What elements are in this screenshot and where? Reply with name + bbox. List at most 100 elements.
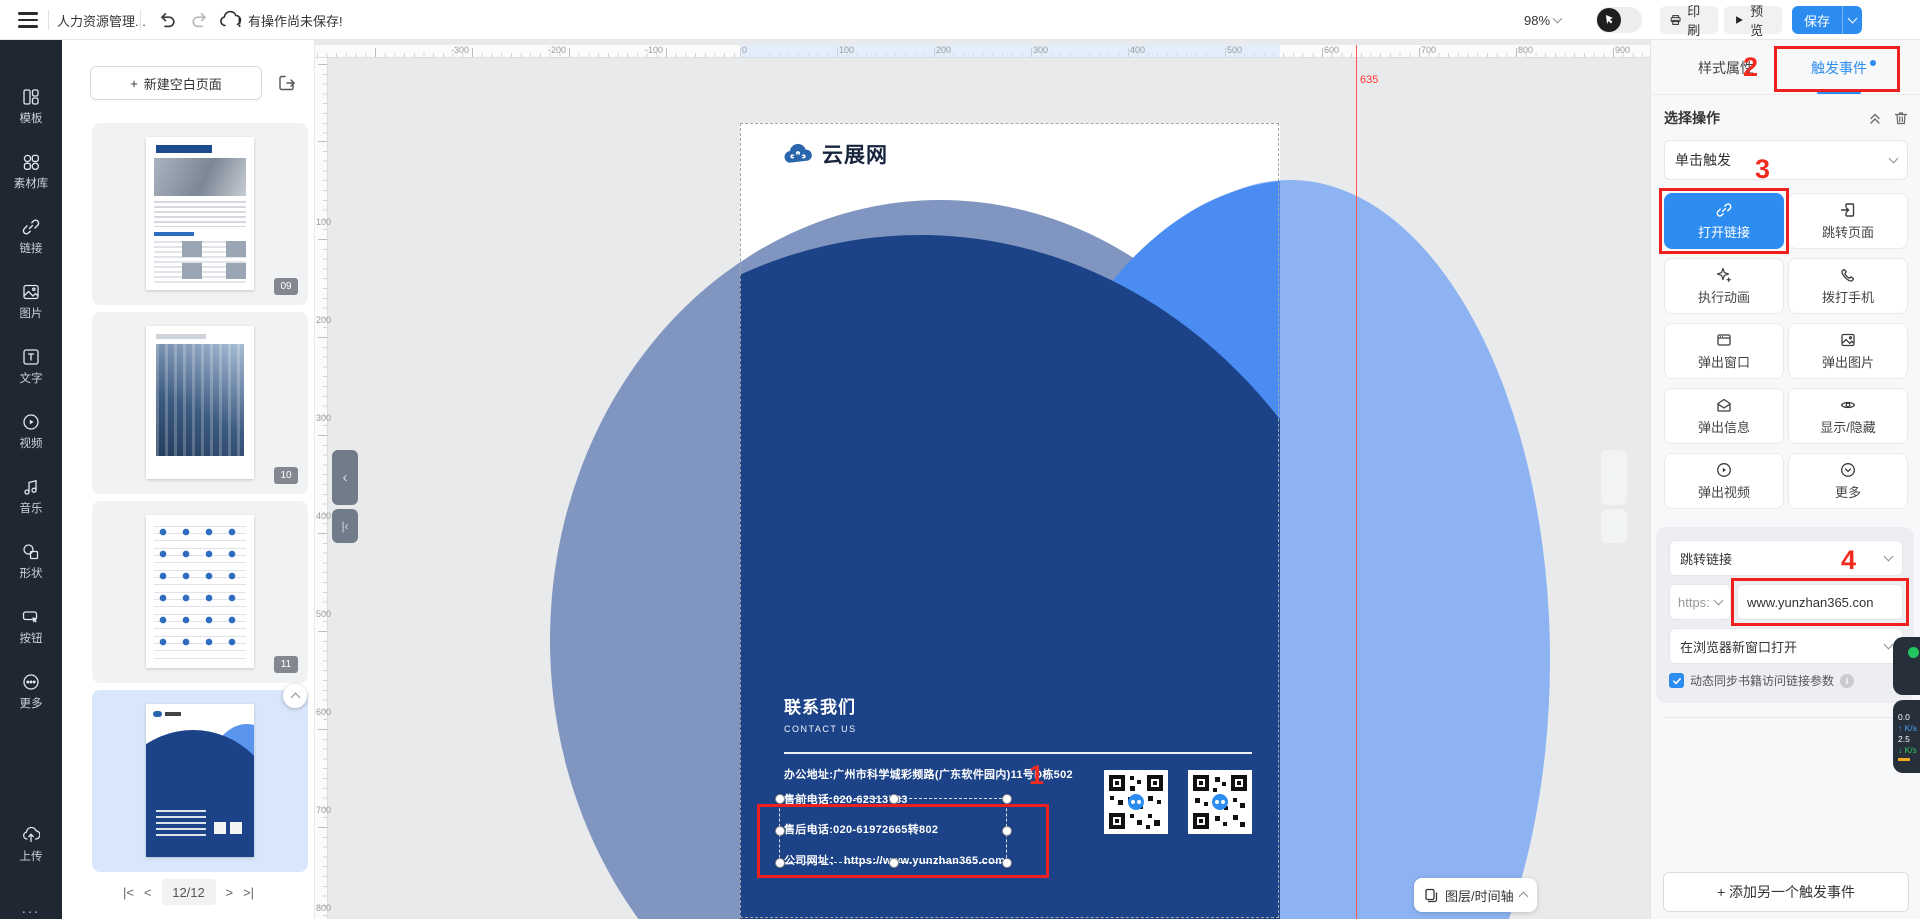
- save-button[interactable]: 保存: [1792, 6, 1862, 34]
- first-page-icon[interactable]: |<: [123, 885, 134, 900]
- sidebar-item-label: 模板: [20, 110, 43, 126]
- sidebar-item-music[interactable]: 音乐: [0, 478, 62, 536]
- download-speed-unit: ↓ K/s: [1898, 745, 1917, 755]
- add-trigger-event-button[interactable]: + 添加另一个触发事件: [1663, 872, 1909, 912]
- ruler-label-v: 600: [316, 707, 331, 717]
- action-popup-image[interactable]: 弹出图片: [1788, 323, 1908, 379]
- page-thumbnail-11[interactable]: 11: [92, 501, 308, 683]
- play-icon: [1734, 14, 1744, 26]
- sidebar-item-button[interactable]: 按钮: [0, 608, 62, 666]
- action-open-link[interactable]: 打开链接: [1664, 193, 1784, 249]
- canvas-next-page-button[interactable]: ›: [1601, 450, 1627, 505]
- editor-canvas[interactable]: 云展网 联系我们 CONTACT US 办公地址:广州市科学城彩频路(广东软件园…: [315, 40, 1650, 919]
- canvas-first-page-button[interactable]: |‹: [332, 509, 358, 543]
- sidebar-item-shape[interactable]: 形状: [0, 543, 62, 601]
- sidebar-item-upload[interactable]: 上传: [0, 826, 62, 884]
- contact-title[interactable]: 联系我们: [784, 693, 1254, 718]
- chevron-down-icon: [1884, 552, 1894, 562]
- action-call-phone[interactable]: 拨打手机: [1788, 258, 1908, 314]
- sidebar-item-label: 链接: [20, 240, 43, 256]
- page-number-badge: 11: [274, 656, 298, 673]
- page-thumbnail-09[interactable]: 09: [92, 123, 308, 305]
- selection-handle[interactable]: [775, 794, 785, 804]
- ruler-label-v: 800: [316, 903, 331, 913]
- chevron-up-icon: [290, 693, 300, 703]
- new-page-label: 新建空白页面: [144, 74, 222, 93]
- menu-icon[interactable]: [16, 0, 40, 40]
- qr-code-2[interactable]: [1188, 770, 1252, 834]
- open-mode-select[interactable]: 在浏览器新窗口打开: [1669, 628, 1903, 664]
- selection-handle[interactable]: [775, 858, 785, 868]
- import-page-button[interactable]: [270, 66, 304, 100]
- document-title[interactable]: 人力资源管理...: [57, 0, 146, 40]
- action-run-animation[interactable]: 执行动画: [1664, 258, 1784, 314]
- sidebar-overflow-dots[interactable]: ...: [0, 900, 62, 917]
- thumbnail-preview: [146, 326, 254, 479]
- page-thumbnail-10[interactable]: 10: [92, 312, 308, 494]
- selection-handle[interactable]: [889, 794, 899, 804]
- tab-trigger-events[interactable]: 触发事件: [1811, 58, 1876, 78]
- qr-code-1[interactable]: [1104, 770, 1168, 834]
- action-label: 打开链接: [1698, 222, 1750, 241]
- protocol-select[interactable]: https:: [1669, 584, 1731, 620]
- jump-type-select[interactable]: 跳转链接: [1669, 540, 1903, 576]
- orange-indicator: [1898, 758, 1910, 761]
- page-indicator[interactable]: 12/12: [162, 879, 216, 905]
- contact-subtitle[interactable]: CONTACT US: [784, 724, 1254, 734]
- redo-icon[interactable]: [186, 0, 212, 40]
- canvas-last-page-button[interactable]: ›|: [1601, 509, 1627, 543]
- layers-timeline-button[interactable]: 图层/时间轴: [1414, 878, 1537, 912]
- sidebar-item-image[interactable]: 图片: [0, 283, 62, 341]
- sidebar-item-video[interactable]: 视频: [0, 413, 62, 471]
- sync-params-checkbox[interactable]: [1669, 673, 1684, 688]
- sidebar-item-link[interactable]: 链接: [0, 218, 62, 276]
- link-url-input[interactable]: www.yunzhan365.con: [1737, 584, 1903, 620]
- selected-element-bounds[interactable]: [779, 798, 1007, 863]
- action-show-hide[interactable]: 显示/隐藏: [1788, 388, 1908, 444]
- import-icon: [277, 73, 297, 93]
- contact-address[interactable]: 办公地址:广州市科学城彩频路(广东软件园内)11号D栋502: [784, 766, 1254, 782]
- collapse-thumbnails-button[interactable]: [283, 684, 307, 708]
- new-blank-page-button[interactable]: + 新建空白页面: [90, 66, 262, 100]
- brand-logo[interactable]: 云展网: [782, 139, 888, 169]
- selection-handle[interactable]: [775, 826, 785, 836]
- upload-icon: [22, 826, 40, 844]
- selection-handle[interactable]: [889, 858, 899, 868]
- action-popup-message[interactable]: 弹出信息: [1664, 388, 1784, 444]
- canvas-prev-page-button[interactable]: ‹: [332, 450, 358, 505]
- guide-line[interactable]: [1356, 45, 1357, 919]
- ruler-label-v: 400: [316, 511, 331, 521]
- action-popup-window[interactable]: 弹出窗口: [1664, 323, 1784, 379]
- delete-trigger-icon[interactable]: [1894, 111, 1908, 125]
- action-popup-video[interactable]: 弹出视频: [1664, 453, 1784, 509]
- chevron-down-icon: [1553, 14, 1563, 24]
- network-speed-widget[interactable]: 0.0 ↑ K/s 2.5 ↓ K/s: [1893, 637, 1920, 773]
- trigger-mode-select[interactable]: 单击触发: [1664, 140, 1908, 180]
- zoom-level-control[interactable]: 98%: [1524, 0, 1561, 40]
- sidebar-item-text[interactable]: 文字: [0, 348, 62, 406]
- music-icon: [22, 478, 40, 496]
- protocol-value: https:: [1678, 595, 1715, 610]
- next-page-icon[interactable]: >: [226, 885, 234, 900]
- action-jump-page[interactable]: 跳转页面: [1788, 193, 1908, 249]
- selection-handle[interactable]: [1002, 858, 1012, 868]
- prev-page-icon[interactable]: <: [144, 885, 152, 900]
- touch-mode-toggle[interactable]: [1596, 7, 1642, 33]
- ruler-label-v: 200: [316, 315, 331, 325]
- selection-handle[interactable]: [1002, 794, 1012, 804]
- info-icon[interactable]: i: [1840, 674, 1854, 688]
- sidebar-item-more[interactable]: 更多: [0, 673, 62, 731]
- action-more[interactable]: 更多: [1788, 453, 1908, 509]
- selection-handle[interactable]: [1002, 826, 1012, 836]
- sidebar-item-assets[interactable]: 素材库: [0, 153, 62, 211]
- last-page-icon[interactable]: >|: [243, 885, 254, 900]
- preview-button[interactable]: 预览: [1724, 6, 1782, 34]
- sidebar-item-template[interactable]: 模板: [0, 88, 62, 146]
- collapse-section-icon[interactable]: [1868, 111, 1882, 125]
- undo-icon[interactable]: [154, 0, 180, 40]
- action-label: 更多: [1835, 482, 1861, 501]
- print-button[interactable]: 印刷: [1660, 6, 1718, 34]
- page-thumbnail-12-selected[interactable]: [92, 690, 308, 872]
- save-dropdown-arrow[interactable]: [1842, 6, 1862, 34]
- thumbnail-preview: [146, 137, 254, 290]
